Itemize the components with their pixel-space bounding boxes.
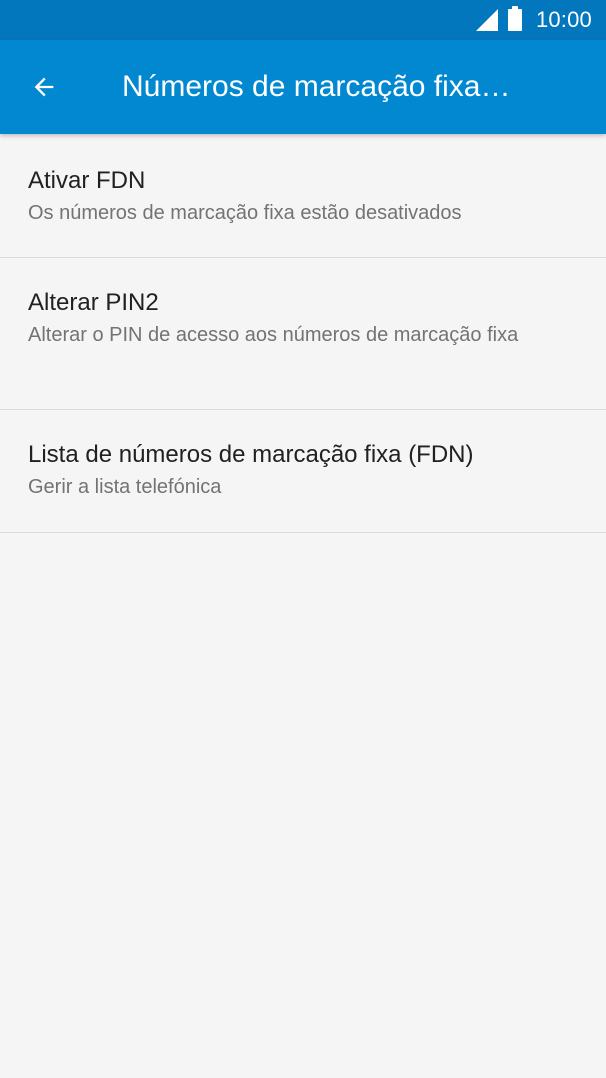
pref-title: Alterar PIN2	[28, 289, 159, 316]
status-bar: 10:00	[0, 0, 606, 40]
status-icons: 10:00	[475, 0, 592, 40]
pref-fdn-list[interactable]: Lista de números de marcação fixa (FDN) …	[0, 410, 606, 533]
arrow-back-icon	[34, 77, 54, 97]
back-button[interactable]	[20, 63, 68, 111]
pref-enable-fdn[interactable]: Ativar FDN Os números de marcação fixa e…	[0, 134, 606, 258]
pref-title: Ativar FDN	[28, 167, 146, 194]
page-title: Números de marcação fixa…	[122, 70, 511, 103]
preferences-list: Ativar FDN Os números de marcação fixa e…	[0, 134, 606, 533]
status-clock: 10:00	[535, 7, 592, 32]
pref-summary: Alterar o PIN de acesso aos números de m…	[28, 324, 519, 346]
pref-title: Lista de números de marcação fixa (FDN)	[28, 441, 474, 468]
battery-icon	[507, 6, 522, 31]
pref-summary: Gerir a lista telefónica	[28, 476, 222, 498]
pref-summary: Os números de marcação fixa estão desati…	[28, 202, 462, 224]
pref-change-pin2[interactable]: Alterar PIN2 Alterar o PIN de acesso aos…	[0, 258, 606, 410]
cell-signal-icon	[475, 9, 498, 31]
app-bar: Números de marcação fixa…	[0, 40, 606, 134]
